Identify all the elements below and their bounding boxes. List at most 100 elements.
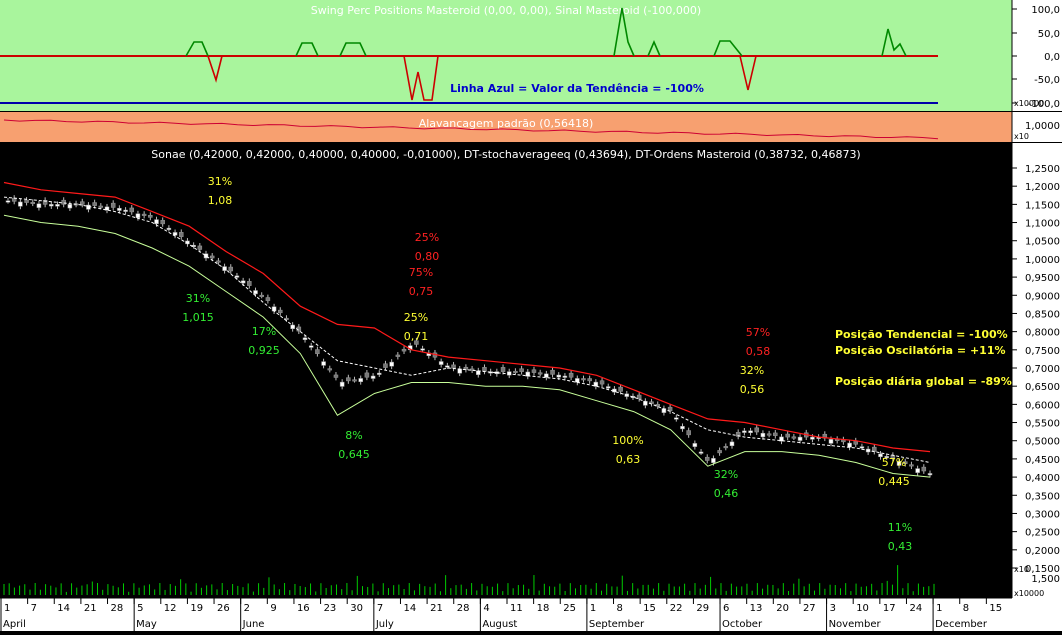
candle-body [909, 464, 914, 467]
x-day-label: 24 [909, 603, 922, 614]
x-day-label: 6 [723, 603, 729, 614]
x-month-label: August [482, 619, 517, 630]
x-month-label: December [935, 619, 988, 630]
x-day-label: 7 [377, 603, 383, 614]
price-y-tick-label: 0,7500 [1025, 346, 1060, 357]
x-day-label: 30 [350, 603, 363, 614]
candle-body [482, 367, 487, 372]
candle-body [599, 380, 605, 385]
candle-body [377, 372, 382, 375]
candle-body [500, 367, 506, 372]
candle-body [346, 377, 351, 382]
candle-body [711, 458, 716, 463]
candle-body [302, 337, 308, 340]
candle-body [729, 441, 735, 446]
x-day-label: 3 [830, 603, 836, 614]
candle-body [98, 205, 104, 208]
price-y-tick-label: 0,5500 [1025, 419, 1060, 430]
candle-body [438, 361, 444, 365]
swing-multiplier: x10000 [1014, 99, 1044, 108]
candle-body [921, 466, 927, 472]
x-month-label: July [375, 619, 394, 630]
candle-body [692, 443, 698, 447]
annotation-val: 0,43 [888, 540, 913, 553]
candle-body [773, 432, 778, 436]
candle-body [872, 446, 877, 452]
candle-body [810, 436, 815, 440]
candle-body [234, 275, 240, 278]
x-day-label: 23 [324, 603, 337, 614]
candle-body [18, 201, 23, 207]
x-day-label: 4 [483, 603, 489, 614]
candle-body [247, 281, 252, 286]
candle-body [927, 473, 933, 476]
annotation-val: 0,63 [616, 453, 641, 466]
candle-body [110, 202, 116, 208]
annotation-pct: 57% [882, 456, 906, 469]
candle-body [197, 245, 203, 250]
candle-body [748, 430, 753, 433]
price-y-tick-label: 0,2500 [1025, 528, 1060, 539]
x-month-label: May [136, 619, 157, 630]
candle-body [383, 363, 388, 368]
candle-body [166, 227, 172, 230]
candle-body [568, 372, 574, 378]
price-y-tick-label: 0,3500 [1025, 491, 1060, 502]
leverage-y-tick: 1,0000 [1025, 121, 1060, 132]
annotation-pct: 32% [714, 468, 738, 481]
price-panel-title: Sonae (0,42000, 0,42000, 0,40000, 0,4000… [151, 148, 860, 161]
price-y-tick-label: 0,8000 [1025, 328, 1060, 339]
candle-body [742, 430, 747, 433]
x-day-label: 1 [590, 603, 596, 614]
candle-body [717, 450, 722, 454]
candle-body [389, 361, 394, 367]
candle-body [674, 417, 679, 420]
chart-svg: Swing Perc Positions Masteroid (0,00, 0,… [0, 0, 1062, 631]
candle-body [364, 372, 370, 378]
x-day-label: 14 [403, 603, 416, 614]
candle-body [544, 373, 549, 378]
price-y-tick-label: 0,4000 [1025, 473, 1060, 484]
candle-body [550, 369, 555, 375]
candle-body [36, 203, 42, 208]
price-y-tick-label: 0,7000 [1025, 364, 1060, 375]
price-y-tick-label: 1,2000 [1025, 182, 1060, 193]
chart-window: Swing Perc Positions Masteroid (0,00, 0,… [0, 0, 1062, 631]
candle-body [30, 201, 36, 204]
candle-body [253, 290, 258, 295]
x-day-label: 29 [696, 603, 709, 614]
x-day-label: 15 [989, 603, 1002, 614]
x-day-label: 12 [164, 603, 177, 614]
candle-body [791, 436, 797, 439]
candle-body [55, 204, 60, 207]
candle-body [531, 369, 537, 373]
annotation-pct: 25% [404, 311, 428, 324]
annotation-val: 1,015 [182, 311, 214, 324]
candle-body [537, 372, 543, 375]
candle-body [445, 365, 450, 368]
x-day-label: 19 [190, 603, 203, 614]
annotation-val: 0,46 [714, 487, 739, 500]
candle-body [327, 368, 333, 371]
annotation-pct: 11% [888, 521, 912, 534]
x-day-label: 22 [670, 603, 683, 614]
x-day-label: 10 [856, 603, 869, 614]
annotation-val: 0,58 [746, 345, 771, 358]
x-day-label: 8 [963, 603, 969, 614]
info-osc: Posição Oscilatória = +11% [835, 344, 1006, 357]
price-y-tick-label: 0,3000 [1025, 509, 1060, 520]
x-day-label: 11 [510, 603, 523, 614]
x-month-label: April [3, 619, 26, 630]
annotation-val: 0,80 [415, 250, 440, 263]
candle-body [259, 294, 264, 297]
candle-body [135, 213, 141, 218]
candle-body [680, 426, 685, 430]
x-day-label: 5 [137, 603, 143, 614]
x-month-label: September [589, 619, 645, 630]
candle-body [123, 209, 128, 212]
x-month-label: November [829, 619, 882, 630]
x-day-label: 1 [4, 603, 10, 614]
candle-body [587, 378, 592, 382]
candle-body [686, 430, 691, 436]
x-day-label: 1 [936, 603, 942, 614]
